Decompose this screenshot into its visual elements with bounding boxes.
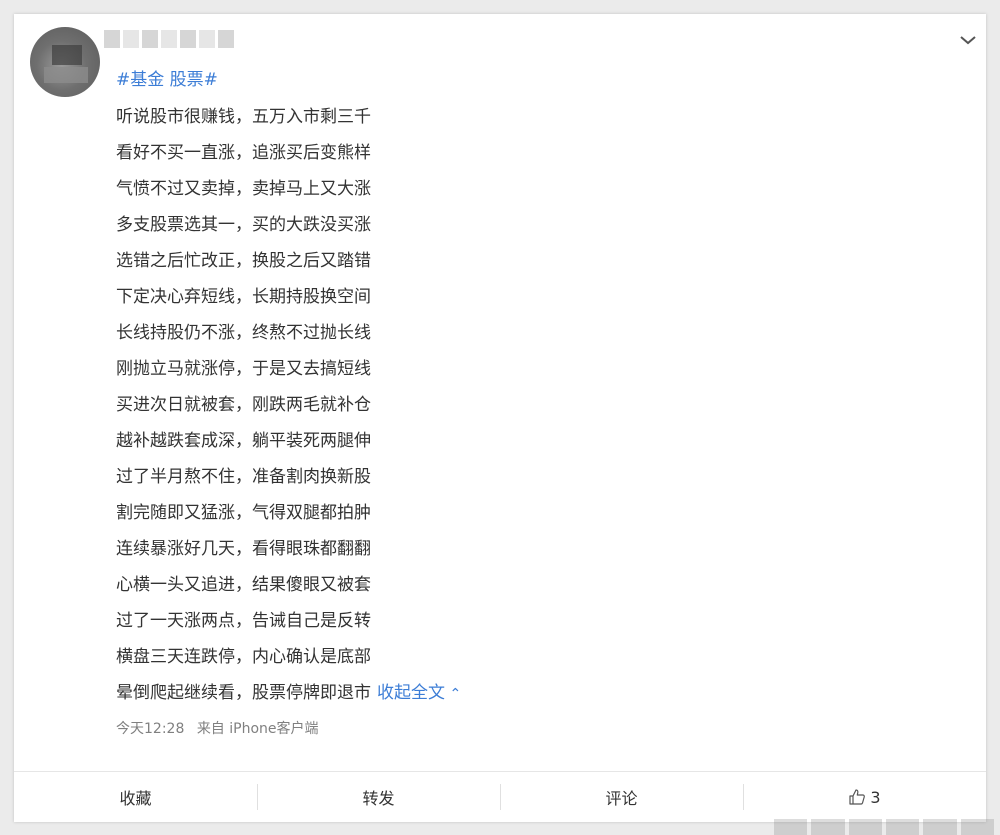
username-redacted[interactable] <box>104 30 234 48</box>
text-line: 心横一头又追进，结果傻眼又被套 <box>116 575 371 595</box>
avatar-mosaic <box>52 45 82 65</box>
text-line: 听说股市很赚钱，五万入市剩三千 <box>116 107 371 127</box>
hashtag-link[interactable]: 股票# <box>170 70 218 90</box>
repost-button[interactable]: 转发 <box>257 772 500 822</box>
text-line: 连续暴涨好几天，看得眼珠都翻翻 <box>116 539 371 559</box>
text-line: 过了一天涨两点，告诫自己是反转 <box>116 611 371 631</box>
text-line: 过了半月熬不住，准备割肉换新股 <box>116 467 371 487</box>
like-count: 3 <box>870 787 881 807</box>
post-source: 来自 iPhone客户端 <box>196 721 319 737</box>
chevron-up-icon: ⌃ <box>445 686 462 702</box>
text-line: 横盘三天连跌停，内心确认是底部 <box>116 647 371 667</box>
collapse-label: 收起全文 <box>377 683 445 703</box>
text-line: 多支股票选其一，买的大跌没买涨 <box>116 215 371 235</box>
thumbs-up-icon <box>849 789 866 805</box>
text-line: 选错之后忙改正，换股之后又踏错 <box>116 251 371 271</box>
text-line: 下定决心弃短线，长期持股换空间 <box>116 287 371 307</box>
favorite-button[interactable]: 收藏 <box>14 772 257 822</box>
comment-label: 评论 <box>605 789 638 808</box>
collapse-text-link[interactable]: 收起全文 ⌃ <box>377 683 461 703</box>
hashtag-link[interactable]: #基金 <box>116 70 164 90</box>
like-button[interactable]: 3 <box>743 772 986 822</box>
avatar[interactable] <box>30 27 100 97</box>
action-bar: 收藏 转发 评论 3 <box>14 772 986 822</box>
text-line: 看好不买一直涨，追涨买后变熊样 <box>116 143 371 163</box>
comment-button[interactable]: 评论 <box>500 772 743 822</box>
watermark-blur <box>774 819 994 835</box>
text-line: 割完随即又猛涨，气得双腿都拍肿 <box>116 503 371 523</box>
post-meta: 今天12:28 来自 iPhone客户端 <box>116 718 327 738</box>
text-line: 买进次日就被套，刚跌两毛就补仓 <box>116 395 371 415</box>
text-line: 气愤不过又卖掉，卖掉马上又大涨 <box>116 179 371 199</box>
favorite-label: 收藏 <box>119 789 152 808</box>
avatar-mosaic <box>44 67 88 83</box>
post-time[interactable]: 今天12:28 <box>116 721 184 737</box>
text-line: 刚抛立马就涨停，于是又去搞短线 <box>116 359 371 379</box>
post-text: #基金 股票# 听说股市很赚钱，五万入市剩三千 看好不买一直涨，追涨买后变熊样 … <box>116 65 676 712</box>
repost-label: 转发 <box>362 789 395 808</box>
chevron-down-icon[interactable] <box>956 28 980 52</box>
hashtag-line: #基金 股票# <box>116 65 676 95</box>
text-line-last: 晕倒爬起继续看，股票停牌即退市 收起全文 ⌃ <box>116 675 676 712</box>
text-line: 晕倒爬起继续看，股票停牌即退市 <box>116 683 371 703</box>
text-line: 长线持股仍不涨，终熬不过抛长线 <box>116 323 371 343</box>
text-line: 越补越跌套成深，躺平装死两腿伸 <box>116 431 371 451</box>
weibo-post-card: #基金 股票# 听说股市很赚钱，五万入市剩三千 看好不买一直涨，追涨买后变熊样 … <box>14 14 986 822</box>
